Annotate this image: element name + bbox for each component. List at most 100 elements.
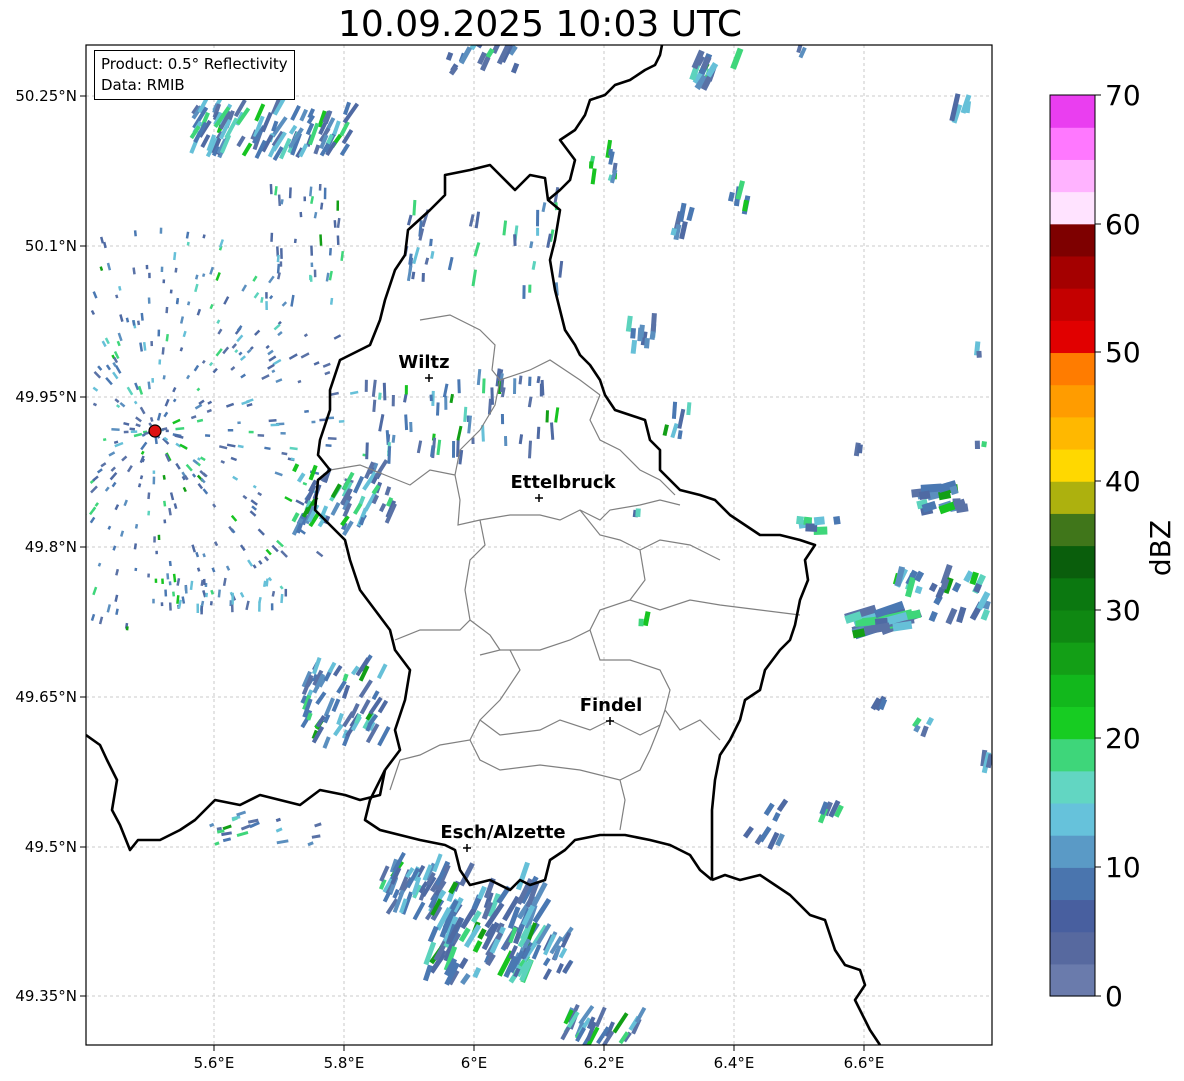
echo-streak (54, 596, 57, 601)
echo-streak (55, 376, 62, 380)
echo-streak (20, 544, 23, 547)
echo-streak (239, 591, 245, 598)
echo-streak (19, 383, 23, 384)
echo-streak (329, 297, 334, 305)
echo-streak (135, 416, 142, 423)
echo-streak (251, 505, 258, 511)
echo-streak (325, 272, 330, 282)
echo-streak (482, 378, 486, 394)
echo-streak (120, 530, 125, 537)
echo-streak (279, 585, 284, 590)
echo-streak (914, 570, 925, 583)
echo-streak (225, 565, 231, 571)
echo-streak (114, 364, 122, 374)
colorbar-segment (1050, 95, 1095, 128)
echo-streak (371, 379, 377, 397)
echo-streak (491, 45, 501, 54)
echo-streak (291, 512, 300, 523)
echo-streak (387, 446, 392, 464)
colorbar-tick-label: 30 (1105, 594, 1141, 627)
echo-streak (230, 366, 236, 371)
colorbar-segment (1050, 802, 1095, 836)
echo-streak (328, 248, 332, 256)
echo-streak (333, 334, 342, 340)
echo-streak (472, 966, 482, 979)
echo-streak (234, 349, 239, 354)
echo-streak (123, 421, 130, 426)
city-ettelbruck: Ettelbruck (510, 472, 617, 502)
echo-streak (265, 578, 269, 587)
echo-streak (102, 241, 107, 249)
echo-streak (215, 348, 223, 357)
echo-streak (290, 105, 301, 121)
echo-streak (0, 344, 3, 348)
echo-streak (528, 440, 532, 459)
echo-streak (275, 827, 283, 833)
echo-streak (111, 481, 117, 488)
echo-streak (925, 716, 935, 726)
echo-streak (186, 374, 191, 380)
echo-streak (315, 691, 327, 706)
echo-streak (202, 234, 206, 239)
echo-streak (176, 595, 180, 604)
echo-streak (1, 339, 7, 343)
echo-streak (15, 351, 20, 354)
echo-streak (309, 186, 313, 197)
city-esch-alzette: Esch/Alzette (440, 822, 566, 852)
echo-streak (918, 490, 931, 501)
echo-streak (678, 202, 687, 223)
echo-streak (139, 406, 146, 415)
echo-streak (550, 422, 555, 440)
lat-tick-label: 49.8°N (25, 538, 77, 556)
echo-streak (137, 483, 142, 488)
echo-streak (280, 199, 284, 205)
echo-streak (833, 515, 841, 525)
echo-streak (245, 600, 250, 611)
echo-streak (920, 725, 929, 738)
echo-streak (29, 336, 32, 338)
echo-streak (969, 571, 979, 586)
echo-streak (238, 351, 243, 356)
echo-streak (460, 972, 471, 986)
echo-streak (174, 434, 184, 439)
echo-streak (940, 577, 950, 590)
echo-streak (208, 361, 214, 367)
echo-streak (16, 534, 22, 539)
echo-streak (0, 373, 5, 376)
echo-streak (463, 406, 468, 423)
echo-streak (372, 399, 377, 413)
echo-streak (299, 108, 309, 122)
echo-streak (109, 471, 118, 481)
echo-streak (290, 457, 295, 461)
echo-streak (445, 51, 454, 61)
echo-streak (17, 364, 24, 368)
echo-streak (168, 507, 172, 516)
city-marker-icon (425, 374, 433, 382)
echo-streak (115, 404, 121, 409)
echo-streak (126, 386, 134, 396)
echo-streak (430, 250, 435, 259)
echo-streak (172, 418, 181, 425)
echo-streak (412, 901, 426, 921)
echo-streak (121, 455, 128, 462)
colorbar-segment (1050, 545, 1095, 579)
echo-streak (289, 446, 298, 451)
echo-streak (179, 347, 184, 352)
echo-streak (705, 62, 719, 78)
echo-streak (928, 610, 938, 623)
echo-streak (92, 475, 99, 482)
echo-streak (173, 503, 178, 510)
echo-streak (140, 450, 145, 455)
echo-streak (169, 492, 175, 501)
echo-streak (246, 403, 253, 407)
echo-streak (43, 464, 51, 467)
echo-streak (447, 256, 454, 271)
echo-streak (331, 120, 341, 137)
echo-streak (608, 148, 613, 156)
echo-streak (531, 260, 537, 270)
echo-streak (322, 362, 331, 368)
echo-streak (293, 238, 297, 244)
echo-streak (271, 369, 276, 374)
echo-streak (254, 329, 261, 336)
echo-streak (382, 891, 392, 903)
